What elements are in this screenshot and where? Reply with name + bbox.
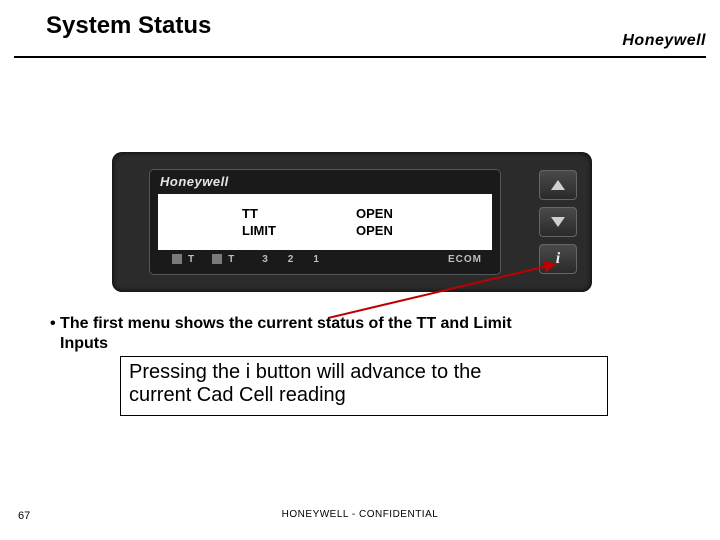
bullet-marker: •: [50, 315, 60, 332]
up-arrow-icon: [551, 180, 565, 190]
up-button[interactable]: [539, 170, 577, 200]
footer-confidential: HONEYWELL - CONFIDENTIAL: [0, 509, 720, 520]
lcd-row-tt: TT OPEN: [158, 206, 492, 221]
bullet-text: • The first menu shows the current statu…: [50, 314, 680, 354]
tip-line2: current Cad Cell reading: [129, 384, 346, 406]
tip-box: Pressing the i button will advance to th…: [120, 356, 608, 416]
lcd-key-limit: LIMIT: [158, 223, 332, 238]
legend-t2: T: [228, 254, 234, 265]
down-arrow-icon: [551, 217, 565, 227]
legend-n1: 1: [313, 254, 319, 265]
info-button[interactable]: i: [539, 244, 577, 274]
tip-line1: Pressing the i button will advance to th…: [129, 361, 481, 383]
device-brand: Honeywell: [160, 174, 229, 189]
lcd-display: TT OPEN LIMIT OPEN: [158, 194, 492, 250]
device-photo: Honeywell TT OPEN LIMIT OPEN T T 3: [112, 152, 592, 292]
legend-square-1: [172, 254, 182, 264]
lcd-row-limit: LIMIT OPEN: [158, 223, 492, 238]
legend-ecom: ECOM: [448, 254, 482, 265]
bullet-line2: Inputs: [60, 335, 108, 352]
legend-n3: 3: [262, 254, 268, 265]
bullet-line1: The first menu shows the current status …: [60, 315, 512, 332]
legend-t1: T: [188, 254, 194, 265]
lcd-val-limit: OPEN: [332, 223, 393, 238]
lcd-val-tt: OPEN: [332, 206, 393, 221]
legend-n2: 2: [288, 254, 294, 265]
device-legend: T T 3 2 1 ECOM: [158, 250, 492, 268]
page-title: System Status: [46, 12, 211, 40]
page-number: 67: [18, 510, 30, 522]
lcd-key-tt: TT: [158, 206, 332, 221]
brand-top: Honeywell: [622, 32, 706, 50]
down-button[interactable]: [539, 207, 577, 237]
legend-square-2: [212, 254, 222, 264]
header-rule: [14, 56, 706, 58]
